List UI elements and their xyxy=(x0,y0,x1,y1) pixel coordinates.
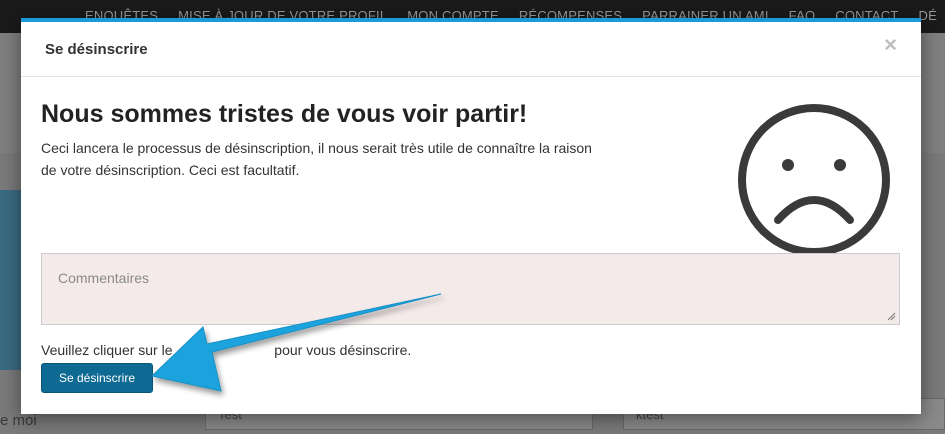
modal-header: Se désinscrire × xyxy=(21,22,921,77)
unsubscribe-button[interactable]: Se désinscrire xyxy=(41,363,153,393)
comments-placeholder: Commentaires xyxy=(58,270,150,286)
close-icon[interactable]: × xyxy=(884,34,897,56)
background-side-text: e moi xyxy=(0,412,37,429)
modal-description: Ceci lancera le processus de désinscript… xyxy=(41,140,592,178)
sad-face-icon xyxy=(734,100,894,265)
comments-textarea[interactable]: Commentaires xyxy=(41,253,900,325)
modal-heading: Nous sommes tristes de vous voir partir! xyxy=(41,100,528,128)
instruction-end: pour vous désinscrire. xyxy=(274,342,412,358)
resize-grip-icon[interactable] xyxy=(887,312,896,321)
instruction-start: Veuillez cliquer sur le xyxy=(41,342,173,358)
background-sidebar-image xyxy=(0,190,22,370)
nav-item-logout[interactable]: DÉ xyxy=(919,8,937,23)
unsubscribe-modal: Se désinscrire × Nous sommes tristes de … xyxy=(21,18,921,414)
unsubscribe-instruction: Veuillez cliquer sur le pour vous désins… xyxy=(41,341,411,358)
modal-title: Se désinscrire xyxy=(45,41,148,58)
